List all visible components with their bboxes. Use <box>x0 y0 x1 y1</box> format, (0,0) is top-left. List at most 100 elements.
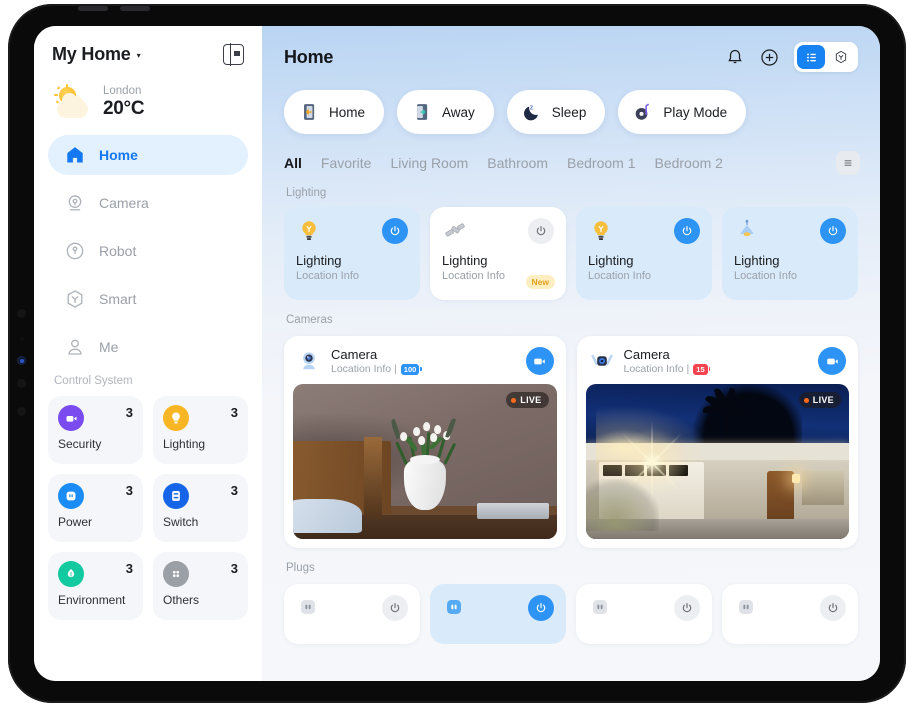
control-tile-lighting[interactable]: 3 Lighting <box>153 396 248 464</box>
page-title: Home <box>284 46 334 67</box>
lighting-grid: Lighting Location Info Lighting Location… <box>284 207 858 300</box>
live-badge: LIVE <box>506 392 549 408</box>
control-tile-label: Switch <box>163 515 199 529</box>
sidebar-item-robot[interactable]: Robot <box>48 231 248 271</box>
light-card[interactable]: Lighting Location Info <box>722 207 858 300</box>
control-tile-count: 3 <box>230 483 238 498</box>
control-tile-count: 3 <box>125 483 133 498</box>
tab-bedroom-2[interactable]: Bedroom 2 <box>654 155 722 171</box>
tab-bedroom-1[interactable]: Bedroom 1 <box>567 155 635 171</box>
live-badge: LIVE <box>798 392 841 408</box>
mode-button-play[interactable]: Play Mode <box>618 90 747 134</box>
camera-card[interactable]: Camera Location Info | 15 LIVE <box>576 336 858 548</box>
power-toggle[interactable] <box>528 218 554 244</box>
house-icon <box>67 147 83 163</box>
webcam-icon <box>303 352 315 370</box>
control-tile-security[interactable]: 3 Security <box>48 396 143 464</box>
light-card[interactable]: Lighting Location Info New <box>430 207 566 300</box>
tablet-screen: My Home ▾ London 20°C Home Camera Robot … <box>34 26 880 681</box>
power-toggle[interactable] <box>382 595 408 621</box>
sidebar-item-me[interactable]: Me <box>48 327 248 367</box>
plug-card[interactable] <box>430 584 566 644</box>
add-circle-icon[interactable] <box>759 47 780 68</box>
power-toggle[interactable] <box>674 218 700 244</box>
list-view-icon[interactable] <box>797 45 825 69</box>
camera-card[interactable]: Camera Location Info | 100 LIVE <box>284 336 566 548</box>
plug-card[interactable] <box>284 584 420 644</box>
front-camera-icon <box>17 356 26 365</box>
leaf-drop-icon <box>58 561 84 587</box>
device-location: Location Info <box>734 270 797 282</box>
control-system-grid: 3 Security 3 Lighting 3 Power 3 Switch 3… <box>48 396 248 620</box>
control-tile-count: 3 <box>230 405 238 420</box>
control-tile-switch[interactable]: 3 Switch <box>153 474 248 542</box>
camera-video-button[interactable] <box>818 347 846 375</box>
sensor-dot <box>17 379 26 388</box>
tab-living-room[interactable]: Living Room <box>390 155 468 171</box>
camera-live-view[interactable]: LIVE <box>293 384 557 539</box>
security-camera-icon <box>58 405 84 431</box>
tab-all[interactable]: All <box>284 155 302 171</box>
sidebar-collapse-icon[interactable] <box>223 43 244 66</box>
mode-button-away[interactable]: Away <box>397 90 494 134</box>
notification-bell-icon[interactable] <box>725 47 745 67</box>
cube-3d-view-icon[interactable] <box>827 45 855 69</box>
camera-icon <box>68 195 82 211</box>
sensor-dot <box>17 407 26 416</box>
light-card[interactable]: Lighting Location Info <box>576 207 712 300</box>
control-tile-label: Others <box>163 593 200 607</box>
control-tile-environment[interactable]: 3 Environment <box>48 552 143 620</box>
mode-label: Home <box>329 104 366 120</box>
room-tabs: All Favorite Living Room Bathroom Bedroo… <box>262 134 880 175</box>
mode-button-home[interactable]: Home <box>284 90 385 134</box>
weather-widget: London 20°C <box>52 81 248 123</box>
main-content: Home Home Away z Sleep Play Mode All Fav… <box>262 26 880 681</box>
power-toggle[interactable] <box>820 595 846 621</box>
outlet-icon <box>739 600 753 614</box>
device-location: Location Info <box>296 270 359 282</box>
speaker-slot <box>78 6 108 11</box>
mode-label: Sleep <box>551 104 587 120</box>
new-badge: New <box>525 275 555 289</box>
power-toggle[interactable] <box>528 595 554 621</box>
mic-dot <box>20 337 24 341</box>
door-enter-icon <box>304 104 315 120</box>
filter-list-icon[interactable] <box>836 151 860 175</box>
power-toggle[interactable] <box>820 218 846 244</box>
power-toggle[interactable] <box>674 595 700 621</box>
device-scroll-area[interactable]: Lighting Lighting Location Info Lighting… <box>262 187 880 681</box>
weather-temperature: 20°C <box>103 98 145 120</box>
device-name: Lighting <box>296 253 342 268</box>
plug-card[interactable] <box>722 584 858 644</box>
sidebar-item-camera[interactable]: Camera <box>48 183 248 223</box>
svg-text:z: z <box>530 103 534 112</box>
power-toggle[interactable] <box>382 218 408 244</box>
tablet-frame: My Home ▾ London 20°C Home Camera Robot … <box>5 1 909 706</box>
control-tile-power[interactable]: 3 Power <box>48 474 143 542</box>
sidebar-item-home[interactable]: Home <box>48 135 248 175</box>
live-dot-icon <box>511 397 517 403</box>
camera-video-button[interactable] <box>525 347 554 375</box>
device-location: Location Info | <box>623 363 690 375</box>
home-selector[interactable]: My Home ▾ <box>52 44 141 65</box>
light-strip-icon <box>445 223 465 237</box>
control-tile-label: Lighting <box>163 437 206 451</box>
header-actions <box>725 42 858 72</box>
sidebar-nav: Home Camera Robot Smart Me <box>48 135 248 367</box>
light-card[interactable]: Lighting Location Info <box>284 207 420 300</box>
battery-badge: 100 <box>400 363 422 375</box>
section-title-cameras: Cameras <box>286 314 333 326</box>
camera-live-view[interactable]: LIVE <box>585 384 849 539</box>
tab-bathroom[interactable]: Bathroom <box>487 155 548 171</box>
moon-z-icon: z <box>523 103 538 121</box>
plug-card[interactable] <box>576 584 712 644</box>
control-tile-others[interactable]: 3 Others <box>153 552 248 620</box>
sidebar-header: My Home ▾ <box>48 40 248 66</box>
battery-badge: 15 <box>693 363 711 375</box>
cube-icon <box>67 290 83 308</box>
tab-favorite[interactable]: Favorite <box>321 155 372 171</box>
sidebar-item-smart[interactable]: Smart <box>48 279 248 319</box>
live-dot-icon <box>803 397 809 403</box>
home-title: My Home <box>52 44 131 64</box>
mode-button-sleep[interactable]: z Sleep <box>506 90 606 134</box>
